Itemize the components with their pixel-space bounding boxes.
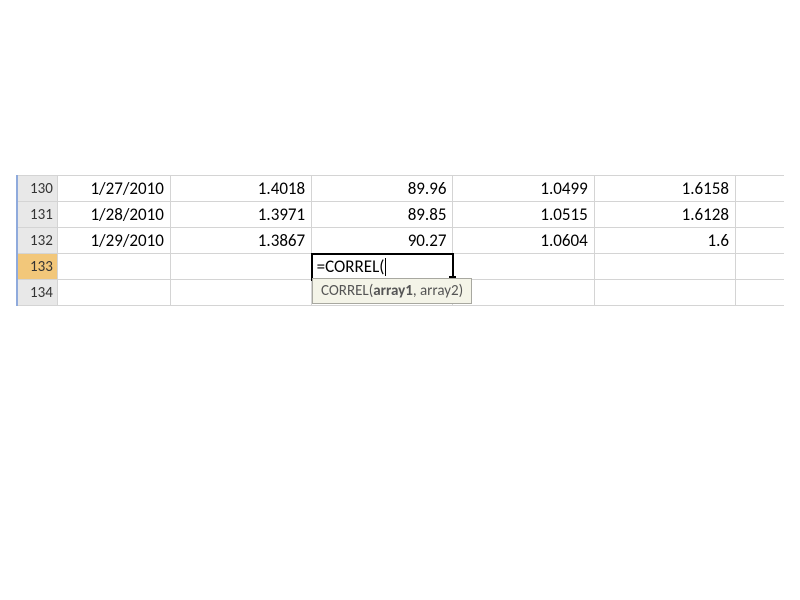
tooltip-arg1: array1 xyxy=(373,282,413,300)
cell[interactable] xyxy=(57,280,170,306)
cell[interactable]: 1.0515 xyxy=(453,202,594,228)
cell[interactable]: 1.0604 xyxy=(453,228,594,254)
cell[interactable] xyxy=(736,202,784,228)
cell[interactable]: 1.3867 xyxy=(170,228,311,254)
cell[interactable]: 1.0499 xyxy=(453,176,594,202)
row-header-132[interactable]: 132 xyxy=(17,228,57,254)
cell[interactable]: 1.4018 xyxy=(170,176,311,202)
cell[interactable] xyxy=(736,228,784,254)
row-header-133-active[interactable]: 133 xyxy=(17,254,57,280)
cell[interactable] xyxy=(170,280,311,306)
cell[interactable] xyxy=(736,254,784,280)
tooltip-arg2: array2 xyxy=(420,282,459,300)
cell[interactable] xyxy=(594,280,735,306)
cell[interactable]: 90.27 xyxy=(312,228,453,254)
cell[interactable]: 89.96 xyxy=(312,176,453,202)
cell[interactable] xyxy=(594,254,735,280)
table-row-editing: 133 =CORREL( xyxy=(17,254,784,280)
cell[interactable]: 1/28/2010 xyxy=(57,202,170,228)
cell[interactable] xyxy=(170,254,311,280)
cell[interactable]: 1.3971 xyxy=(170,202,311,228)
cell[interactable] xyxy=(736,280,784,306)
text-cursor xyxy=(385,258,386,276)
cell[interactable]: 1/27/2010 xyxy=(57,176,170,202)
cell[interactable]: 1.6 xyxy=(594,228,735,254)
function-tooltip: CORREL(array1, array2) xyxy=(312,278,472,304)
row-header-130[interactable]: 130 xyxy=(17,176,57,202)
cell[interactable]: 1/29/2010 xyxy=(57,228,170,254)
tooltip-sep: , xyxy=(413,282,420,300)
formula-editing-cell[interactable]: =CORREL( xyxy=(312,254,453,280)
cell[interactable] xyxy=(453,254,594,280)
cell[interactable] xyxy=(736,176,784,202)
tooltip-fn: CORREL( xyxy=(321,282,373,300)
cell[interactable]: 89.85 xyxy=(312,202,453,228)
cell[interactable]: 1.6158 xyxy=(594,176,735,202)
cell[interactable] xyxy=(453,280,594,306)
table-row: 132 1/29/2010 1.3867 90.27 1.0604 1.6 xyxy=(17,228,784,254)
row-header-131[interactable]: 131 xyxy=(17,202,57,228)
table-row: 130 1/27/2010 1.4018 89.96 1.0499 1.6158 xyxy=(17,176,784,202)
cell[interactable]: 1.6128 xyxy=(594,202,735,228)
tooltip-close: ) xyxy=(459,282,464,300)
cell[interactable] xyxy=(57,254,170,280)
spreadsheet-grid[interactable]: 130 1/27/2010 1.4018 89.96 1.0499 1.6158… xyxy=(16,175,784,306)
formula-text: =CORREL( xyxy=(317,256,387,277)
table-row: 131 1/28/2010 1.3971 89.85 1.0515 1.6128 xyxy=(17,202,784,228)
row-header-134[interactable]: 134 xyxy=(17,280,57,306)
